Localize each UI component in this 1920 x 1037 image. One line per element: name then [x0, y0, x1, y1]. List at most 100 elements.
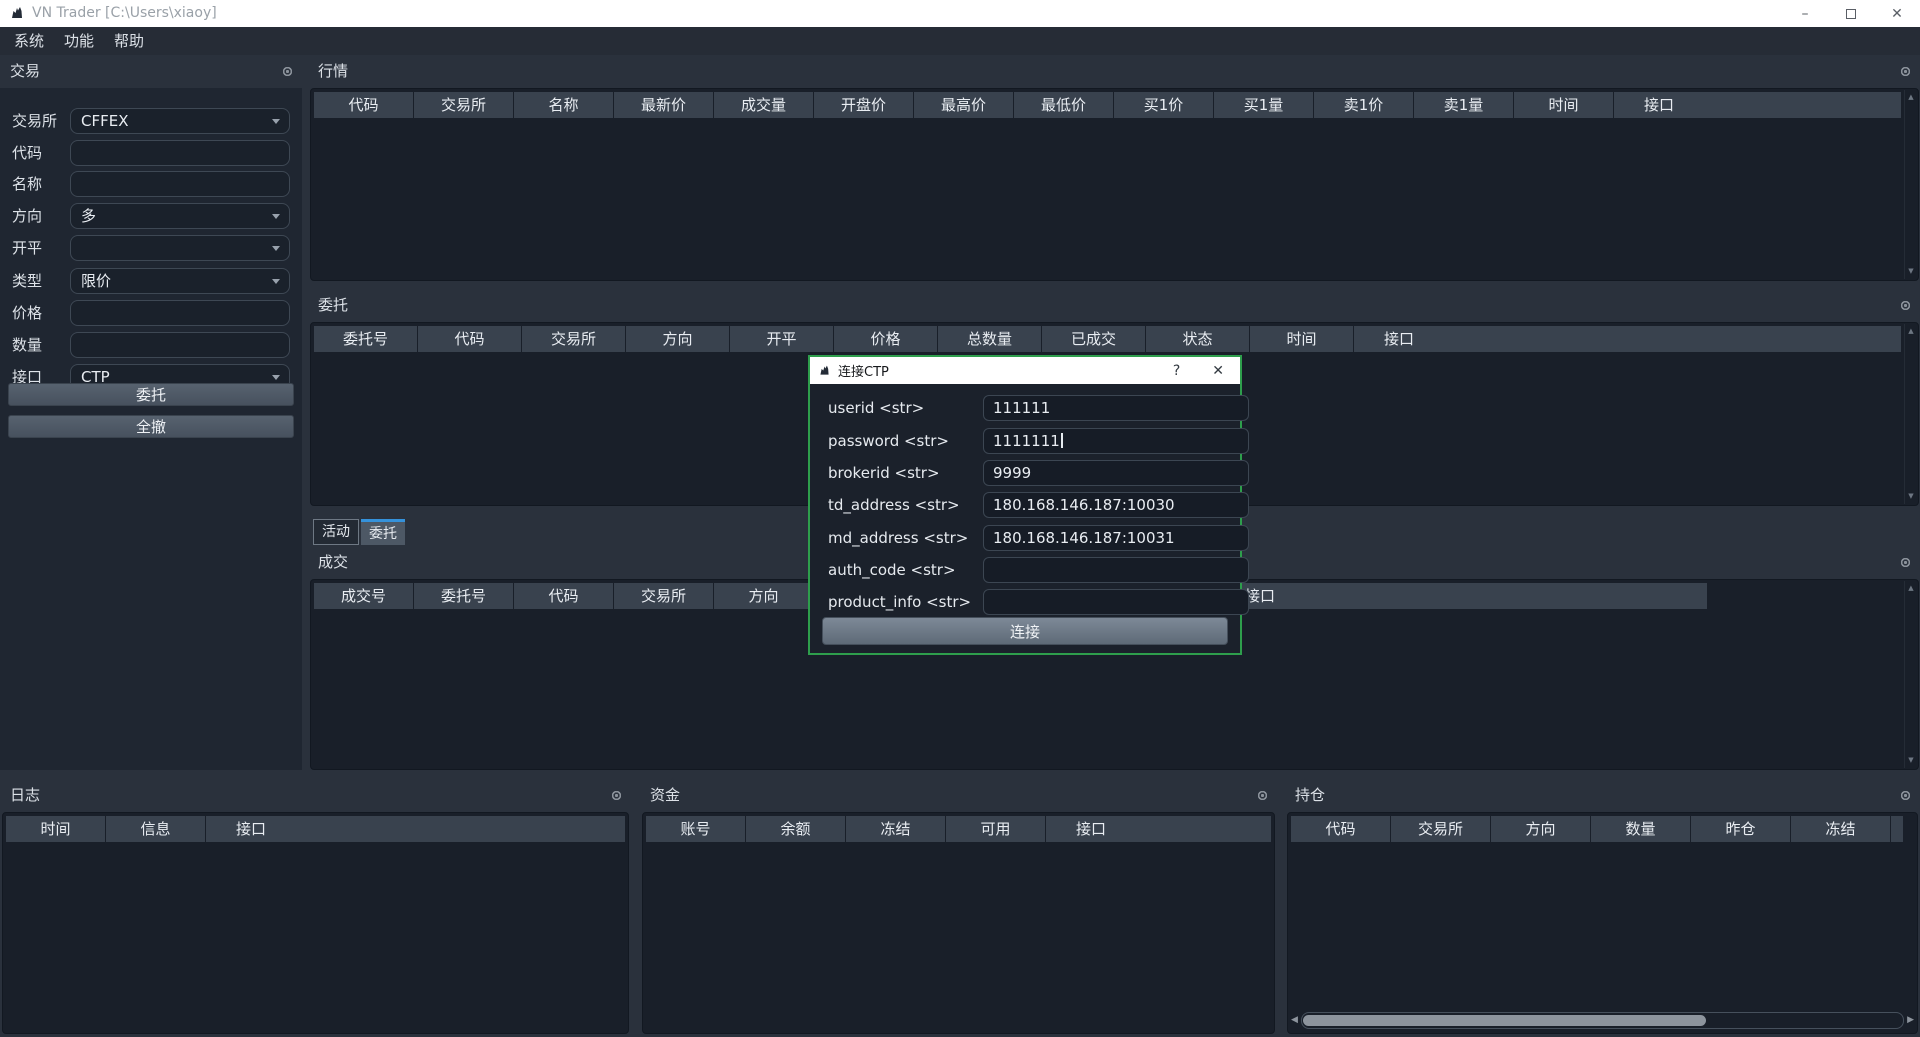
column-header[interactable]: 总数量 — [938, 326, 1041, 352]
price-type-select[interactable]: 限价 — [70, 268, 290, 294]
menu-item-function[interactable]: 功能 — [54, 27, 104, 55]
name-input[interactable] — [70, 171, 290, 197]
column-header[interactable]: 名称 — [514, 92, 613, 118]
volume-input[interactable] — [70, 332, 290, 358]
column-header[interactable]: 信息 — [106, 816, 205, 842]
column-header[interactable]: 买1量 — [1214, 92, 1313, 118]
column-header[interactable]: 开盘价 — [814, 92, 913, 118]
price-input[interactable] — [70, 300, 290, 326]
column-header[interactable]: 昨仓 — [1691, 816, 1790, 842]
tab-all-orders[interactable]: 委托 — [361, 519, 405, 545]
column-header[interactable]: 交易所 — [414, 92, 513, 118]
column-header[interactable]: 方向 — [1491, 816, 1590, 842]
column-header[interactable]: 交易所 — [1391, 816, 1490, 842]
offset-select[interactable] — [70, 235, 290, 261]
userid-input[interactable]: 111111 — [983, 395, 1249, 421]
column-header[interactable]: 账号 — [646, 816, 745, 842]
vertical-scrollbar[interactable]: ▲ ▼ — [1904, 324, 1917, 504]
column-header[interactable]: 方向 — [714, 583, 813, 609]
brokerid-input[interactable]: 9999 — [983, 460, 1249, 486]
column-header[interactable]: 委托号 — [414, 583, 513, 609]
chevron-down-icon — [272, 279, 280, 284]
td-address-input[interactable]: 180.168.146.187:10030 — [983, 492, 1249, 518]
dialog-titlebar: 连接CTP ? ✕ — [810, 357, 1240, 384]
column-header[interactable]: 接口 — [206, 816, 625, 842]
column-header[interactable]: 时间 — [1514, 92, 1613, 118]
column-header[interactable]: 交易所 — [522, 326, 625, 352]
column-header[interactable]: 冻结 — [846, 816, 945, 842]
column-header[interactable]: 交易所 — [614, 583, 713, 609]
column-header[interactable]: 代码 — [418, 326, 521, 352]
exchange-select[interactable]: CFFEX — [70, 108, 290, 134]
md-address-input[interactable]: 180.168.146.187:10031 — [983, 525, 1249, 551]
column-header[interactable]: 接口 — [1354, 326, 1901, 352]
horse-logo-icon — [818, 364, 831, 377]
column-header[interactable]: 已成交 — [1042, 326, 1145, 352]
column-header[interactable]: 代码 — [314, 92, 413, 118]
orders-table-header: 委托号代码交易所方向开平价格总数量已成交状态时间接口 — [311, 323, 1904, 355]
vertical-scrollbar[interactable]: ▲ ▼ — [1904, 581, 1917, 768]
column-header[interactable]: 数量 — [1591, 816, 1690, 842]
horizontal-scrollbar[interactable]: ◀ ▶ — [1291, 1011, 1914, 1029]
scrollbar-track[interactable] — [1301, 1012, 1904, 1029]
column-header[interactable]: 卖1量 — [1414, 92, 1513, 118]
column-header[interactable]: 开平 — [730, 326, 833, 352]
account-panel-title: 资金 — [640, 779, 1277, 812]
scroll-up-icon: ▲ — [1908, 585, 1913, 592]
chevron-down-icon — [272, 246, 280, 251]
column-header[interactable]: 委托号 — [314, 326, 417, 352]
column-header[interactable]: 可用 — [946, 816, 1045, 842]
column-header[interactable]: 方向 — [626, 326, 729, 352]
float-dock-icon[interactable] — [1900, 66, 1911, 77]
tab-active-orders[interactable]: 活动 — [313, 519, 359, 545]
column-header[interactable]: 接口 — [1221, 583, 1707, 609]
column-header[interactable]: 时间 — [6, 816, 105, 842]
log-panel-title: 日志 — [0, 779, 631, 812]
close-button[interactable]: ✕ — [1874, 0, 1920, 27]
cancel-all-button[interactable]: 全撤 — [8, 415, 294, 438]
column-header[interactable]: 接口 — [1614, 92, 1901, 118]
brokerid-label: brokerid <str> — [828, 460, 940, 486]
minimize-button[interactable]: – — [1782, 0, 1828, 27]
product-info-input[interactable] — [983, 589, 1249, 615]
column-header[interactable]: 最新价 — [614, 92, 713, 118]
column-header[interactable]: 成交量 — [714, 92, 813, 118]
position-table-header: 代码交易所方向数量昨仓冻结 — [1288, 813, 1917, 845]
float-dock-icon[interactable] — [1900, 557, 1911, 568]
column-header[interactable]: 买1价 — [1114, 92, 1213, 118]
direction-label: 方向 — [12, 203, 42, 229]
column-header[interactable]: 状态 — [1146, 326, 1249, 352]
column-header[interactable]: 成交号 — [314, 583, 413, 609]
column-header[interactable]: 最高价 — [914, 92, 1013, 118]
column-header[interactable]: 时间 — [1250, 326, 1353, 352]
dialog-help-button[interactable]: ? — [1173, 363, 1180, 379]
menu-item-system[interactable]: 系统 — [4, 27, 54, 55]
password-input[interactable]: 1111111 — [983, 428, 1249, 454]
float-dock-icon[interactable] — [611, 790, 622, 801]
menu-item-help[interactable]: 帮助 — [104, 27, 154, 55]
offset-label: 开平 — [12, 235, 42, 261]
float-dock-icon[interactable] — [1900, 300, 1911, 311]
column-header[interactable]: 代码 — [1291, 816, 1390, 842]
maximize-button[interactable] — [1828, 0, 1874, 27]
scrollbar-thumb[interactable] — [1303, 1015, 1706, 1026]
auth-code-input[interactable] — [983, 557, 1249, 583]
float-dock-icon[interactable] — [1900, 790, 1911, 801]
column-header[interactable]: 最低价 — [1014, 92, 1113, 118]
connect-button[interactable]: 连接 — [822, 617, 1228, 645]
chevron-down-icon — [272, 375, 280, 380]
column-header[interactable]: 代码 — [514, 583, 613, 609]
send-order-button[interactable]: 委托 — [8, 383, 294, 406]
menubar: 系统 功能 帮助 — [0, 27, 1920, 55]
direction-select[interactable]: 多 — [70, 203, 290, 229]
column-header[interactable]: 冻结 — [1791, 816, 1890, 842]
float-dock-icon[interactable] — [282, 66, 293, 77]
float-dock-icon[interactable] — [1257, 790, 1268, 801]
column-header[interactable]: 卖1价 — [1314, 92, 1413, 118]
column-header[interactable]: 价格 — [834, 326, 937, 352]
column-header[interactable]: 接口 — [1046, 816, 1271, 842]
column-header[interactable]: 余额 — [746, 816, 845, 842]
vertical-scrollbar[interactable]: ▲ ▼ — [1904, 90, 1917, 279]
dialog-close-button[interactable]: ✕ — [1212, 363, 1224, 379]
symbol-input[interactable] — [70, 140, 290, 166]
